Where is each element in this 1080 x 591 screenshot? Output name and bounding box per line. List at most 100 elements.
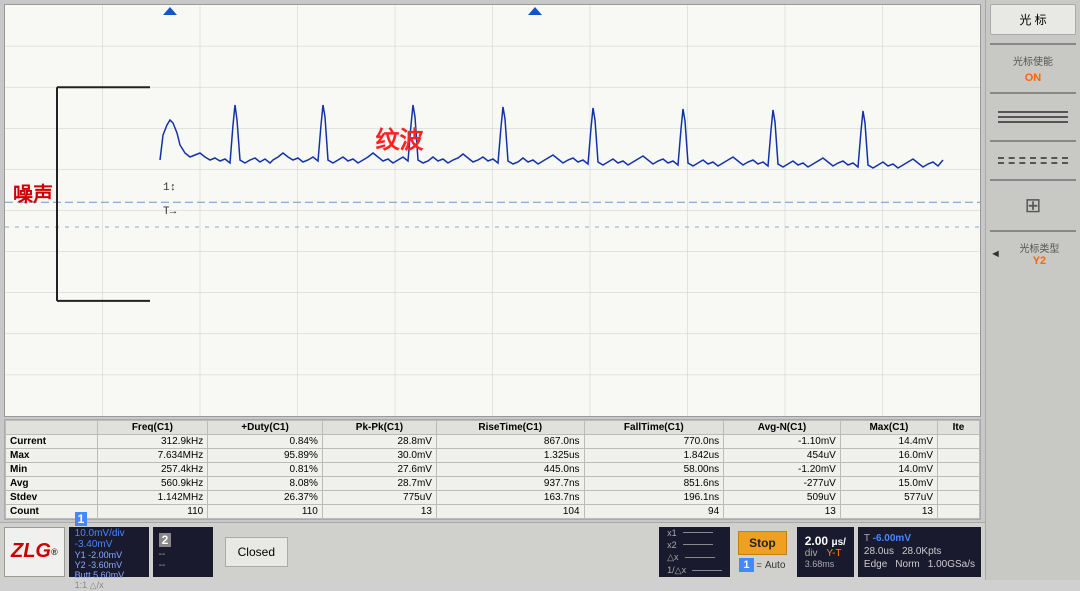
timebase-info: 2.00 μs/ div Y-T 3.68ms [797, 527, 854, 577]
yt-label: Y-T [820, 548, 841, 559]
run-equals: = [757, 560, 762, 570]
closed-button[interactable]: Closed [225, 537, 288, 567]
row-cell: 867.0ns [436, 435, 584, 449]
cursor-t-label: T→ [163, 206, 176, 218]
row-cell: 13 [724, 505, 841, 519]
ch1-indicator: 1 [739, 558, 753, 572]
row-cell: 1.142MHz [97, 491, 208, 505]
dashed-line-icon[interactable] [990, 150, 1076, 171]
cursor-enable-value[interactable]: ON [990, 72, 1076, 84]
row-label: Current [6, 435, 98, 449]
auto-label: Auto [765, 560, 786, 571]
row-cell: 257.4kHz [97, 463, 208, 477]
trigger-detail: T -6.00mV 28.0us 28.0Kpts Edge Norm 1.00… [858, 527, 981, 577]
table-row: Count11011013104941313 [6, 505, 980, 519]
cursor-1t-label: 1↕ [163, 182, 176, 194]
plus-icon[interactable]: ⊞ [990, 189, 1076, 222]
ch1-butt-label: Butt [75, 570, 91, 580]
row-cell: 560.9kHz [97, 477, 208, 491]
ax-label: △x [667, 552, 678, 563]
row-cell: 163.7ns [436, 491, 584, 505]
row-cell: -1.20mV [724, 463, 841, 477]
col-header-duty: +Duty(C1) [208, 421, 323, 435]
row-cell: 312.9kHz [97, 435, 208, 449]
row-cell: 13 [840, 505, 937, 519]
row-cell: 577uV [840, 491, 937, 505]
row-cell: 15.0mV [840, 477, 937, 491]
row-cell: 16.0mV [840, 449, 937, 463]
cursor-type-value[interactable]: Y2 [1003, 255, 1076, 267]
row-cell: -277uV [724, 477, 841, 491]
table-row: Stdev1.142MHz26.37%775uV163.7ns196.1ns50… [6, 491, 980, 505]
norm-label: Norm [895, 559, 919, 570]
timebase-div-label: div [805, 548, 818, 559]
ch1-number: 1 [75, 512, 88, 526]
row-label: Stdev [6, 491, 98, 505]
row-cell: 0.84% [208, 435, 323, 449]
row-cell: 95.89% [208, 449, 323, 463]
cursor-arrow[interactable]: ◄ 光标类型 Y2 [990, 240, 1076, 267]
timebase-val: 2.00 [805, 534, 828, 548]
row-cell [938, 435, 980, 449]
trigger-time2: 28.0Kpts [902, 546, 941, 557]
row-cell: 27.6mV [322, 463, 436, 477]
row-cell [938, 491, 980, 505]
trigger-info: x1 x2 △x 1/△x [659, 527, 730, 577]
status-bar: ZLG ® 1 10.0mV/div -3.40mV Y1 -2.00mV Y2… [0, 522, 985, 580]
cursor-menu-title[interactable]: 光 标 [990, 4, 1076, 35]
row-cell: 196.1ns [584, 491, 724, 505]
ch1-scale-type: 1:1 △/x [75, 580, 143, 591]
row-cell: 770.0ns [584, 435, 724, 449]
ch2-info: 2 -- -- [153, 527, 213, 577]
row-cell: 14.0mV [840, 463, 937, 477]
col-header-ite: Ite [938, 421, 980, 435]
table-row: Current312.9kHz0.84%28.8mV867.0ns770.0ns… [6, 435, 980, 449]
col-header-freq: Freq(C1) [97, 421, 208, 435]
table-row: Max7.634MHz95.89%30.0mV1.325us1.842us454… [6, 449, 980, 463]
row-cell: 94 [584, 505, 724, 519]
row-cell: 13 [322, 505, 436, 519]
col-header-avg: Avg-N(C1) [724, 421, 841, 435]
measurement-table: Freq(C1) +Duty(C1) Pk-Pk(C1) RiseTime(C1… [4, 419, 981, 520]
ch2-val1: -- [159, 549, 207, 560]
cursor-line-icon[interactable] [990, 102, 1076, 132]
row-cell: 30.0mV [322, 449, 436, 463]
record-len: 3.68ms [805, 559, 846, 569]
ch1-y1-label: Y1 [75, 550, 86, 560]
trigger-time1: 28.0us [864, 546, 894, 557]
ripple-label: 纹波 [376, 120, 424, 155]
row-cell: 28.7mV [322, 477, 436, 491]
row-cell: 851.6ns [584, 477, 724, 491]
row-cell [938, 505, 980, 519]
ch1-y2-label: Y2 [75, 560, 86, 570]
ch2-val2: -- [159, 560, 207, 571]
row-cell: 28.8mV [322, 435, 436, 449]
row-cell: 0.81% [208, 463, 323, 477]
x1-label: x1 [667, 528, 677, 538]
ch2-number: 2 [159, 533, 172, 547]
row-cell: 14.4mV [840, 435, 937, 449]
sample-rate: 1.00GSa/s [928, 559, 975, 570]
row-cell: 26.37% [208, 491, 323, 505]
row-cell: 8.08% [208, 477, 323, 491]
noise-label: 噪声 [13, 178, 53, 207]
waveform-display: 噪声 纹波 1↕ T→ [4, 4, 981, 417]
timebase-unit: μs/ [831, 537, 845, 548]
ch1-butt-val: 5.60mV [93, 570, 124, 580]
row-cell: 937.7ns [436, 477, 584, 491]
trigger-t-label: T [864, 533, 870, 544]
table-row: Avg560.9kHz8.08%28.7mV937.7ns851.6ns-277… [6, 477, 980, 491]
ch1-info: 1 10.0mV/div -3.40mV Y1 -2.00mV Y2 -3.60… [69, 527, 149, 577]
cursor-type-label: 光标类型 [1003, 240, 1076, 255]
col-header-max: Max(C1) [840, 421, 937, 435]
right-panel: 光 标 光标使能 ON ⊞ ◄ 光标类型 Y2 [985, 0, 1080, 580]
row-cell: 58.00ns [584, 463, 724, 477]
row-cell [938, 463, 980, 477]
edge-label: Edge [864, 559, 887, 570]
col-header-empty [6, 421, 98, 435]
ch1-div: 10.0mV/div [75, 528, 143, 539]
zlg-logo: ZLG ® [4, 527, 65, 577]
trigger-val: -6.00mV [873, 533, 911, 544]
stop-button[interactable]: Stop [738, 531, 787, 555]
ch1-y2-val: -3.60mV [88, 560, 122, 570]
